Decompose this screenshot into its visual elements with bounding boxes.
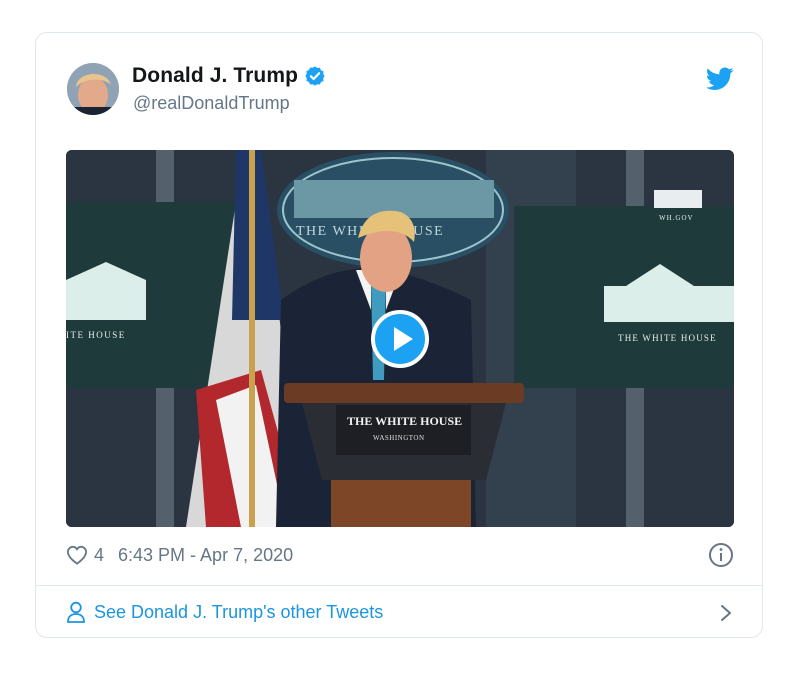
tweet-timestamp[interactable]: 6:43 PM - Apr 7, 2020 xyxy=(118,545,293,566)
avatar[interactable] xyxy=(67,63,119,115)
right-screen-corner: WH.GOV xyxy=(659,214,694,222)
see-other-tweets-label[interactable]: See Donald J. Trump's other Tweets xyxy=(94,602,383,623)
verified-badge-icon xyxy=(305,66,325,86)
author-handle[interactable]: @realDonaldTrump xyxy=(133,93,290,114)
tweet-meta: 4 6:43 PM - Apr 7, 2020 xyxy=(66,541,293,569)
video-player[interactable]: ITE HOUSE THE WHITE HOUSE WH.GOV THE WHI… xyxy=(66,150,734,527)
podium-subtitle: WASHINGTON xyxy=(373,434,425,442)
heart-icon[interactable] xyxy=(66,545,88,565)
twitter-bird-icon[interactable] xyxy=(706,67,734,91)
left-screen-text: ITE HOUSE xyxy=(66,330,126,340)
person-icon xyxy=(67,601,85,623)
play-icon[interactable] xyxy=(371,310,429,368)
author-name[interactable]: Donald J. Trump xyxy=(132,64,298,88)
right-screen-text: THE WHITE HOUSE xyxy=(618,333,717,343)
see-other-tweets-link[interactable]: See Donald J. Trump's other Tweets xyxy=(66,586,732,638)
author-name-row[interactable]: Donald J. Trump xyxy=(132,64,326,88)
tweet-card: Donald J. Trump @realDonaldTrump ITE HOU… xyxy=(35,32,763,638)
info-icon[interactable] xyxy=(708,542,734,568)
podium-title: THE WHITE HOUSE xyxy=(347,414,462,428)
chevron-right-icon[interactable] xyxy=(720,604,732,622)
like-count[interactable]: 4 xyxy=(94,545,104,566)
